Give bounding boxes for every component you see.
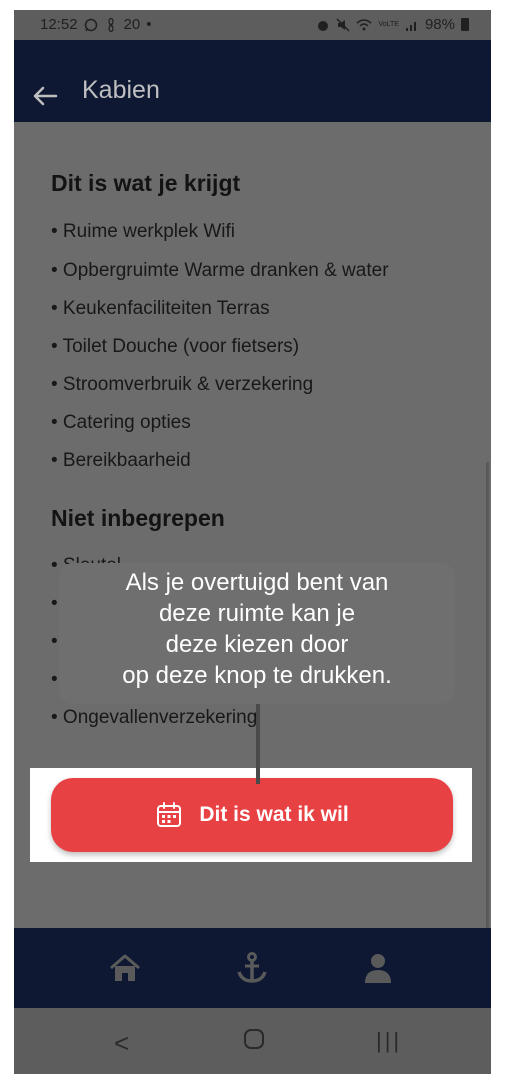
- included-item: • Ruime werkplek Wifi: [51, 221, 236, 242]
- tooltip-pointer: [256, 704, 260, 784]
- included-heading: Dit is wat je krijgt: [51, 170, 241, 196]
- status-left: 12:52 20 •: [40, 16, 152, 33]
- bottom-nav: [14, 928, 491, 1008]
- battery-percent: 98%: [424, 16, 455, 33]
- home-icon[interactable]: [107, 950, 143, 986]
- included-item: • Bereikbaarheid: [51, 450, 191, 471]
- system-recents-button[interactable]: |||: [376, 1028, 402, 1054]
- tooltip-line: op deze knop te drukken.: [122, 662, 392, 689]
- excluded-item: •: [51, 669, 58, 690]
- volte-label: VoLTE: [378, 21, 399, 28]
- whatsapp-icon: [84, 18, 97, 31]
- signal-icon: [405, 21, 416, 31]
- included-item: • Stroomverbruik & verzekering: [51, 374, 314, 395]
- wifi-icon: [356, 18, 372, 30]
- excluded-item: • Ongevallenverzekering: [51, 707, 258, 728]
- excluded-item: •: [51, 631, 58, 652]
- status-dot: •: [146, 16, 152, 33]
- excluded-item: •: [51, 593, 58, 614]
- alarm-icon: [318, 20, 329, 31]
- tooltip-line: deze kiezen door: [165, 631, 349, 658]
- system-nav-bar: < |||: [14, 1008, 491, 1074]
- included-item: • Catering opties: [51, 412, 191, 433]
- calendar-icon: [157, 802, 182, 827]
- anchor-icon[interactable]: [234, 950, 270, 986]
- choose-space-button[interactable]: Dit is wat ik wil: [51, 778, 453, 852]
- page-title: Kabien: [82, 76, 160, 104]
- status-time: 12:52: [40, 16, 78, 33]
- system-back-button[interactable]: <: [114, 1028, 129, 1059]
- included-item: • Opbergruimte Warme dranken & water: [51, 260, 389, 281]
- phone-screen: 12:52 20 • VoLTE 98% Kabien Dit is wat j…: [14, 10, 491, 1074]
- app-bar: Kabien: [14, 40, 491, 122]
- status-right: VoLTE 98%: [316, 16, 469, 33]
- included-item: • Toilet Douche (voor fietsers): [51, 336, 300, 357]
- tutorial-tooltip: Als je overtuigd bent van deze ruimte ka…: [59, 563, 455, 704]
- tooltip-line: Als je overtuigd bent van: [125, 569, 389, 596]
- tooltip-line: deze ruimte kan je: [158, 600, 356, 627]
- status-notif-count: 20: [123, 16, 141, 33]
- included-item: • Keukenfaciliteiten Terras: [51, 298, 270, 319]
- system-home-button[interactable]: [243, 1028, 265, 1050]
- mute-icon: [336, 17, 350, 32]
- status-bar: 12:52 20 • VoLTE 98%: [14, 10, 491, 40]
- arrow-left-icon[interactable]: [32, 86, 58, 106]
- excluded-heading: Niet inbegrepen: [51, 505, 225, 531]
- scrollbar[interactable]: [486, 462, 489, 942]
- user-icon[interactable]: [360, 950, 396, 986]
- choose-space-label: Dit is wat ik wil: [199, 803, 349, 826]
- fan-icon: [107, 17, 114, 32]
- battery-icon: [461, 18, 469, 31]
